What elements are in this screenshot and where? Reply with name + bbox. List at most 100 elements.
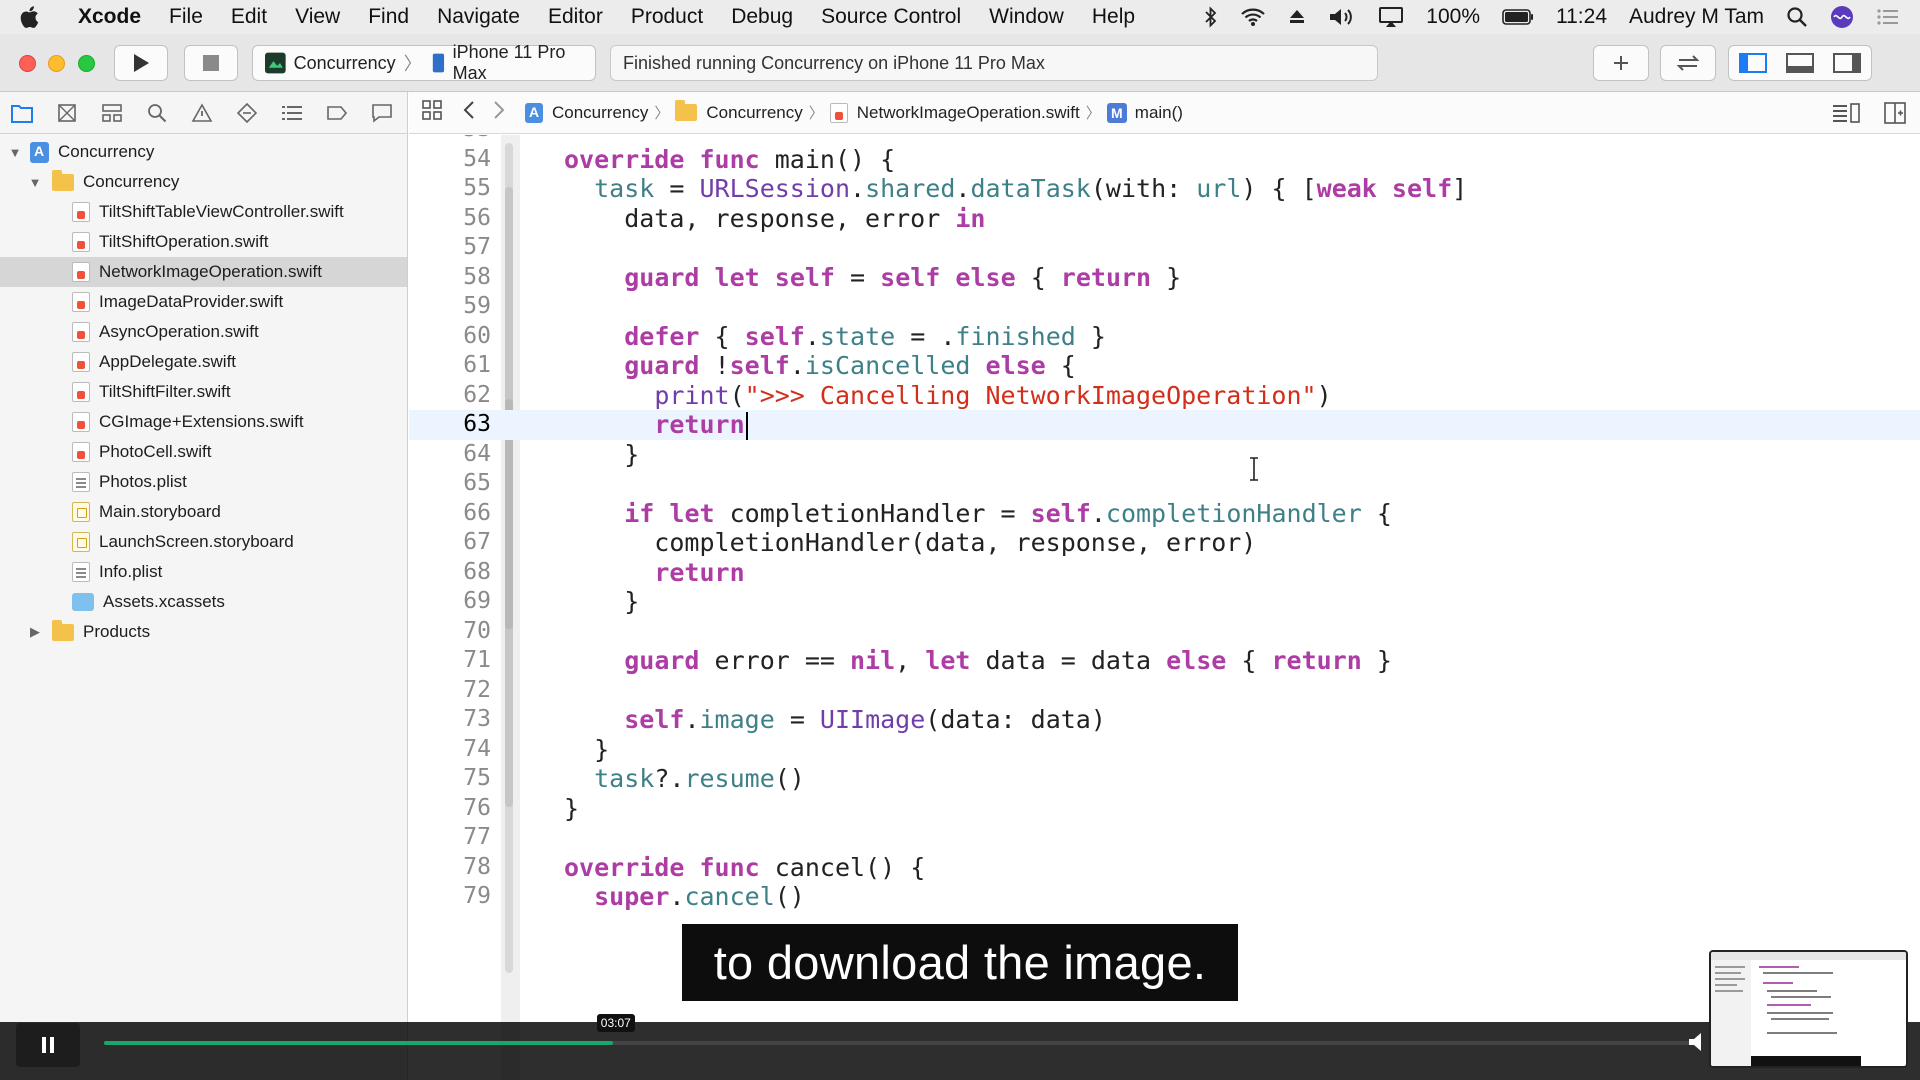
file-row[interactable]: Main.storyboard — [0, 497, 407, 527]
battery-icon[interactable] — [1502, 9, 1534, 25]
toggle-debug-area-icon[interactable] — [1785, 52, 1814, 74]
bluetooth-icon[interactable] — [1204, 6, 1218, 28]
project-navigator-tab-icon[interactable] — [10, 101, 34, 125]
group-row[interactable]: ▼ Concurrency — [0, 167, 407, 197]
code-line[interactable]: 68 return — [409, 558, 1920, 588]
disclosure-open-icon[interactable]: ▼ — [28, 175, 42, 190]
menu-navigate[interactable]: Navigate — [437, 5, 520, 29]
file-row[interactable]: LaunchScreen.storyboard — [0, 527, 407, 557]
code-review-button[interactable] — [1660, 45, 1716, 81]
code-line[interactable]: 62 print(">>> Cancelling NetworkImageOpe… — [409, 381, 1920, 411]
menu-file[interactable]: File — [169, 5, 203, 29]
menu-help[interactable]: Help — [1092, 5, 1135, 29]
file-row[interactable]: PhotoCell.swift — [0, 437, 407, 467]
menu-debug[interactable]: Debug — [731, 5, 793, 29]
project-row[interactable]: ▼ Concurrency — [0, 137, 407, 167]
file-row[interactable]: Info.plist — [0, 557, 407, 587]
eject-icon[interactable] — [1288, 8, 1306, 26]
code-line[interactable]: 65 — [409, 469, 1920, 499]
file-row[interactable]: TiltShiftOperation.swift — [0, 227, 407, 257]
code-line[interactable]: 75 task?.resume() — [409, 764, 1920, 794]
file-row[interactable]: ImageDataProvider.swift — [0, 287, 407, 317]
disclosure-closed-icon[interactable]: ▶ — [28, 624, 42, 640]
code-line[interactable]: 54 override func main() { — [409, 145, 1920, 175]
menu-find[interactable]: Find — [368, 5, 409, 29]
find-navigator-tab-icon[interactable] — [145, 101, 169, 125]
file-row[interactable]: AppDelegate.swift — [0, 347, 407, 377]
file-row[interactable]: AsyncOperation.swift — [0, 317, 407, 347]
file-row[interactable]: Photos.plist — [0, 467, 407, 497]
code-line[interactable]: 73 self.image = UIImage(data: data) — [409, 705, 1920, 735]
toggle-inspector-icon[interactable] — [1833, 52, 1862, 74]
jumpbar-file[interactable]: NetworkImageOperation.swift — [829, 102, 1080, 123]
code-line[interactable]: 66 if let completionHandler = self.compl… — [409, 499, 1920, 529]
jumpbar-group[interactable]: Concurrency — [675, 100, 803, 123]
code-line[interactable]: 70 — [409, 617, 1920, 647]
minimap-toggle-icon[interactable] — [1832, 102, 1860, 129]
menu-view[interactable]: View — [295, 5, 340, 29]
menu-window[interactable]: Window — [989, 5, 1064, 29]
stop-button[interactable] — [184, 45, 238, 81]
run-button[interactable] — [114, 45, 168, 81]
code-line[interactable]: 59 — [409, 292, 1920, 322]
code-line[interactable]: 67 completionHandler(data, response, err… — [409, 528, 1920, 558]
volume-icon[interactable] — [1328, 7, 1356, 27]
close-window-button[interactable] — [19, 55, 36, 72]
forward-arrow-icon[interactable] — [493, 100, 505, 125]
related-items-icon[interactable] — [421, 99, 443, 126]
siri-icon[interactable] — [1830, 5, 1854, 29]
code-line[interactable]: 58 guard let self = self else { return } — [409, 263, 1920, 293]
jumpbar-project[interactable]: Concurrency — [525, 102, 648, 123]
toggle-navigator-icon[interactable] — [1738, 52, 1767, 74]
code-line[interactable]: 76} — [409, 794, 1920, 824]
file-row[interactable]: NetworkImageOperation.swift — [0, 257, 407, 287]
jumpbar-symbol[interactable]: M main() — [1106, 102, 1183, 123]
menu-source-control[interactable]: Source Control — [821, 5, 961, 29]
test-navigator-tab-icon[interactable] — [235, 101, 259, 125]
library-button[interactable] — [1593, 45, 1649, 81]
video-volume-icon[interactable] — [1688, 1032, 1710, 1057]
breakpoint-navigator-tab-icon[interactable] — [325, 101, 349, 125]
products-row[interactable]: ▶ Products — [0, 617, 407, 647]
code-line[interactable]: 77 — [409, 823, 1920, 853]
issue-navigator-tab-icon[interactable] — [190, 101, 214, 125]
report-navigator-tab-icon[interactable] — [370, 101, 394, 125]
minimize-window-button[interactable] — [48, 55, 65, 72]
current-code-line[interactable]: 63 return — [409, 410, 1920, 440]
video-progress-track[interactable] — [104, 1041, 1694, 1045]
zoom-window-button[interactable] — [78, 55, 95, 72]
menu-editor[interactable]: Editor — [548, 5, 603, 29]
menu-edit[interactable]: Edit — [231, 5, 267, 29]
symbol-navigator-tab-icon[interactable] — [100, 101, 124, 125]
debug-navigator-tab-icon[interactable] — [280, 101, 304, 125]
user-name[interactable]: Audrey M Tam — [1629, 5, 1764, 29]
file-row[interactable]: TiltShiftTableViewController.swift — [0, 197, 407, 227]
app-menu[interactable]: Xcode — [78, 5, 141, 29]
apple-menu-icon[interactable] — [20, 5, 64, 29]
code-line[interactable]: 60 defer { self.state = .finished } — [409, 322, 1920, 352]
code-line[interactable]: 78 override func cancel() { — [409, 853, 1920, 883]
code-line[interactable]: 55 task = URLSession.shared.dataTask(wit… — [409, 174, 1920, 204]
scheme-selector[interactable]: Concurrency 〉 iPhone 11 Pro Max — [252, 42, 596, 83]
disclosure-open-icon[interactable]: ▼ — [8, 145, 22, 160]
menu-product[interactable]: Product — [631, 5, 703, 29]
back-arrow-icon[interactable] — [463, 100, 475, 125]
code-line[interactable]: 79 super.cancel() — [409, 882, 1920, 912]
code-line[interactable]: 57 — [409, 233, 1920, 263]
code-line[interactable]: 64 } — [409, 440, 1920, 470]
pause-button[interactable] — [16, 1023, 80, 1067]
code-line[interactable]: 69 } — [409, 587, 1920, 617]
code-line[interactable]: 74 } — [409, 735, 1920, 765]
add-editor-icon[interactable] — [1884, 102, 1906, 129]
code-line[interactable]: 61 guard !self.isCancelled else { — [409, 351, 1920, 381]
clock[interactable]: 11:24 — [1556, 5, 1607, 29]
spotlight-search-icon[interactable] — [1786, 6, 1808, 28]
wifi-icon[interactable] — [1240, 7, 1266, 27]
source-control-tab-icon[interactable] — [55, 101, 79, 125]
code-line[interactable]: 53 — [409, 135, 1920, 145]
notification-center-icon[interactable] — [1876, 7, 1900, 27]
file-row[interactable]: CGImage+Extensions.swift — [0, 407, 407, 437]
airplay-icon[interactable] — [1378, 6, 1404, 28]
code-line[interactable]: 56 data, response, error in — [409, 204, 1920, 234]
file-row[interactable]: Assets.xcassets — [0, 587, 407, 617]
